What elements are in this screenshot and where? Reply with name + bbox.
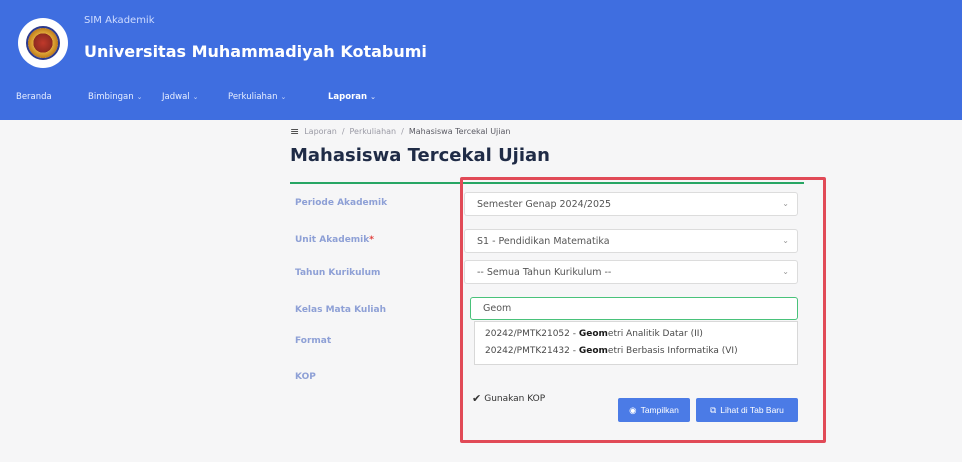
nav-perkuliahan-label: Perkuliahan xyxy=(228,92,278,102)
unit-label-text: Unit Akademik xyxy=(295,235,370,245)
required-mark: * xyxy=(369,235,374,245)
page-title: Mahasiswa Tercekal Ujian xyxy=(290,145,550,166)
chevron-down-icon: ⌄ xyxy=(192,93,199,101)
nav-bimbingan[interactable]: Bimbingan ⌄ xyxy=(88,92,142,102)
app-title: Universitas Muhammadiyah Kotabumi xyxy=(84,42,427,61)
app-subtitle: SIM Akademik xyxy=(84,15,155,26)
university-logo xyxy=(18,18,68,68)
nav-beranda[interactable]: Beranda xyxy=(16,92,52,102)
nav-jadwal-label: Jadwal xyxy=(162,92,190,102)
top-header: SIM Akademik Universitas Muhammadiyah Ko… xyxy=(0,0,962,120)
breadcrumb-current: Mahasiswa Tercekal Ujian xyxy=(408,127,511,136)
menu-icon[interactable]: ≡ xyxy=(290,125,299,138)
chevron-down-icon: ⌄ xyxy=(370,93,376,101)
nav-laporan-label: Laporan xyxy=(328,92,368,102)
nav-bimbingan-label: Bimbingan xyxy=(88,92,134,102)
breadcrumb-perkuliahan[interactable]: Perkuliahan xyxy=(350,127,397,136)
periode-label: Periode Akademik xyxy=(295,198,388,208)
format-label: Format xyxy=(295,336,332,346)
nav-perkuliahan[interactable]: Perkuliahan ⌄ xyxy=(228,92,286,102)
unit-label: Unit Akademik* xyxy=(295,235,374,245)
chevron-down-icon: ⌄ xyxy=(136,93,143,101)
breadcrumb: ≡ Laporan / Perkuliahan / Mahasiswa Terc… xyxy=(290,125,511,138)
breadcrumb-laporan[interactable]: Laporan xyxy=(304,127,337,136)
nav-laporan[interactable]: Laporan ⌄ xyxy=(328,92,376,102)
highlight-box xyxy=(460,177,826,443)
tahun-label: Tahun Kurikulum xyxy=(295,268,381,278)
nav-jadwal[interactable]: Jadwal ⌄ xyxy=(162,92,199,102)
chevron-down-icon: ⌄ xyxy=(280,93,287,101)
kop-label: KOP xyxy=(295,372,316,382)
kelas-label: Kelas Mata Kuliah xyxy=(295,305,386,315)
nav-beranda-label: Beranda xyxy=(16,92,52,102)
